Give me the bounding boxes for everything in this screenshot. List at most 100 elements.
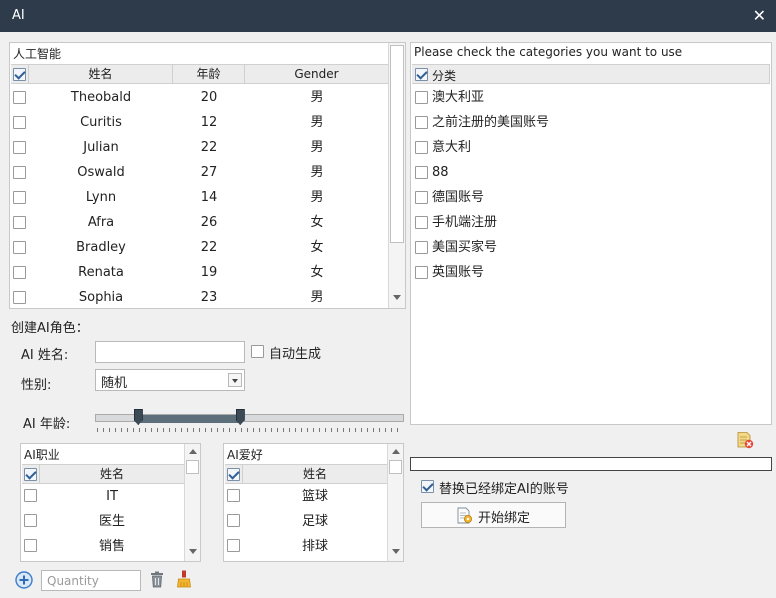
category-label: 意大利 [432, 140, 472, 155]
scroll-up-icon[interactable] [392, 449, 400, 454]
title-bar: AI ✕ [0, 0, 776, 32]
clear-brush-icon[interactable] [176, 570, 192, 591]
table-row[interactable]: Sophia 23 男 [11, 285, 389, 308]
ai-table-scrollbar[interactable] [388, 43, 405, 308]
row-checkbox[interactable] [13, 141, 26, 154]
scrollbar-thumb[interactable] [390, 45, 404, 243]
list-item[interactable]: 排球 [225, 534, 387, 559]
list-item[interactable]: 88 [412, 160, 752, 185]
scroll-down-icon[interactable] [189, 549, 197, 554]
remove-icon[interactable] [736, 431, 754, 452]
category-label: 88 [432, 165, 449, 180]
category-checkbox[interactable] [415, 116, 428, 129]
category-checkbox[interactable] [415, 266, 428, 279]
header-name[interactable]: 姓名 [29, 65, 173, 84]
list-item[interactable]: 之前注册的美国账号 [412, 110, 752, 135]
list-item[interactable]: IT [22, 484, 184, 509]
scrollbar-thumb[interactable] [389, 460, 402, 474]
close-icon[interactable]: ✕ [753, 6, 766, 25]
hobby-select-all-checkbox[interactable] [227, 468, 240, 481]
gender-select[interactable]: 随机 [95, 369, 245, 391]
occupation-scrollbar[interactable] [184, 444, 200, 561]
row-checkbox[interactable] [13, 166, 26, 179]
ai-name-input[interactable] [95, 341, 245, 363]
ai-name-label: AI 姓名: [21, 348, 69, 363]
row-checkbox[interactable] [13, 241, 26, 254]
quantity-input[interactable] [41, 570, 141, 591]
table-row[interactable]: Afra 26 女 [11, 210, 389, 235]
table-row[interactable]: Theobald 20 男 [11, 85, 389, 110]
hobby-header-checkbox-cell [225, 465, 243, 484]
scroll-down-icon[interactable] [392, 549, 400, 554]
list-item[interactable]: 英国账号 [412, 260, 752, 285]
list-item[interactable]: 澳大利亚 [412, 85, 752, 110]
cell-age: 22 [200, 140, 218, 155]
row-checkbox[interactable] [227, 539, 240, 552]
list-item[interactable]: 美国买家号 [412, 235, 752, 260]
cell-name: Renata [78, 265, 124, 280]
occupation-panel: AI职业 姓名 IT 医生 销售 [20, 443, 201, 562]
trash-icon[interactable] [149, 571, 165, 591]
list-item[interactable]: 销售 [22, 534, 184, 559]
category-checkbox[interactable] [415, 91, 428, 104]
scrollbar-thumb[interactable] [186, 460, 199, 474]
ai-table-panel: 人工智能 姓名 年龄 Gender Theobald 20 男 Curitis 12 男 J… [9, 42, 406, 309]
row-checkbox[interactable] [227, 514, 240, 527]
select-all-checkbox[interactable] [13, 68, 26, 81]
list-item[interactable]: 足球 [225, 509, 387, 534]
table-row[interactable]: Oswald 27 男 [11, 160, 389, 185]
slider-selected-range [138, 415, 241, 423]
cell-name: 排球 [301, 539, 328, 554]
ai-table-caption: 人工智能 [13, 47, 62, 61]
start-bind-button[interactable]: 开始绑定 [421, 502, 566, 528]
list-item[interactable]: 意大利 [412, 135, 752, 160]
auto-generate-checkbox[interactable] [251, 345, 264, 358]
row-checkbox[interactable] [13, 216, 26, 229]
table-row[interactable]: Curitis 12 男 [11, 110, 389, 135]
header-age[interactable]: 年龄 [173, 65, 245, 84]
cell-gender: 男 [310, 115, 324, 130]
category-checkbox[interactable] [415, 241, 428, 254]
cell-name: Oswald [77, 165, 125, 180]
row-checkbox[interactable] [24, 489, 37, 502]
row-checkbox[interactable] [13, 266, 26, 279]
cell-name: 销售 [98, 539, 125, 554]
cell-age: 14 [200, 190, 218, 205]
occupation-header-name[interactable]: 姓名 [40, 465, 184, 484]
hobby-header-name[interactable]: 姓名 [243, 465, 387, 484]
row-checkbox[interactable] [13, 116, 26, 129]
table-row[interactable]: Bradley 22 女 [11, 235, 389, 260]
hobby-scrollbar[interactable] [387, 444, 403, 561]
table-row[interactable]: Renata 19 女 [11, 260, 389, 285]
replace-bound-checkbox[interactable] [421, 480, 434, 493]
category-label: 手机端注册 [432, 215, 498, 230]
row-checkbox[interactable] [13, 291, 26, 304]
gender-label: 性别: [21, 378, 52, 393]
category-checkbox[interactable] [415, 141, 428, 154]
row-checkbox[interactable] [13, 191, 26, 204]
categories-select-all-checkbox[interactable] [415, 68, 428, 81]
scroll-up-icon[interactable] [189, 449, 197, 454]
scroll-down-icon[interactable] [393, 295, 401, 300]
category-checkbox[interactable] [415, 166, 428, 179]
table-row[interactable]: Julian 22 男 [11, 135, 389, 160]
add-icon[interactable] [15, 571, 33, 592]
row-checkbox[interactable] [227, 489, 240, 502]
bind-progress-bar [410, 457, 772, 471]
header-gender[interactable]: Gender [245, 65, 389, 84]
row-checkbox[interactable] [24, 539, 37, 552]
category-label: 美国买家号 [432, 240, 498, 255]
chevron-down-icon[interactable] [228, 373, 242, 387]
list-item[interactable]: 手机端注册 [412, 210, 752, 235]
row-checkbox[interactable] [24, 514, 37, 527]
age-range-slider[interactable] [95, 408, 404, 434]
list-item[interactable]: 德国账号 [412, 185, 752, 210]
category-checkbox[interactable] [415, 191, 428, 204]
create-heading: 创建AI角色： [11, 321, 89, 336]
list-item[interactable]: 医生 [22, 509, 184, 534]
occupation-select-all-checkbox[interactable] [24, 468, 37, 481]
list-item[interactable]: 篮球 [225, 484, 387, 509]
row-checkbox[interactable] [13, 91, 26, 104]
table-row[interactable]: Lynn 14 男 [11, 185, 389, 210]
category-checkbox[interactable] [415, 216, 428, 229]
